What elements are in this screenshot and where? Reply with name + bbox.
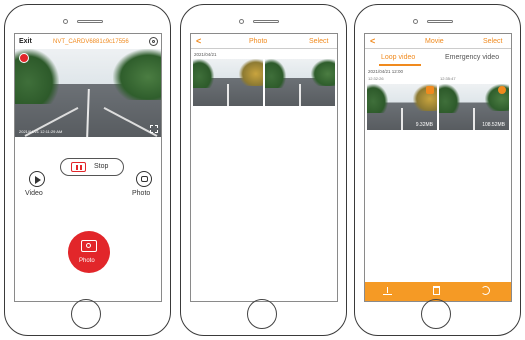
photo-thumbnail[interactable] (193, 59, 263, 106)
live-video-feed: 2021/04/21 12:11:29 AM (15, 49, 161, 137)
video-mode-button[interactable] (29, 171, 45, 187)
trash-icon[interactable] (433, 286, 440, 295)
video-timestamp: 2021/04/21 12:11:29 AM (19, 129, 63, 134)
home-button[interactable] (71, 299, 101, 329)
photo-gallery-screen: < Photo Select 2021/04/21 (190, 33, 338, 302)
clip-size: 9.32MB (415, 122, 433, 128)
movie-date: 2021/04/21 12:00 (368, 69, 404, 74)
movie-title: Movie (425, 38, 444, 45)
camera-icon (81, 240, 97, 252)
home-button[interactable] (247, 299, 277, 329)
back-button[interactable]: < (196, 36, 201, 46)
photo-thumbnail[interactable] (265, 59, 335, 106)
selected-check-icon[interactable] (426, 86, 434, 94)
download-icon[interactable] (383, 287, 392, 295)
gallery-title: Photo (249, 38, 268, 45)
clip-time: 12:32:26 (368, 76, 384, 81)
phone-live-view: Exit NVT_CARDV6881c9c17556 2021/04/21 12… (4, 4, 171, 336)
gallery-header: < Photo Select (191, 34, 337, 49)
fullscreen-icon[interactable] (150, 125, 158, 133)
video-thumbnail[interactable]: 9.32MB (367, 84, 437, 130)
play-icon (35, 176, 41, 184)
tab-loop-video[interactable]: Loop video (381, 54, 415, 61)
camera-dot (63, 19, 68, 24)
camera-dot (239, 19, 244, 24)
back-button[interactable]: < (370, 36, 375, 46)
speaker-grille (77, 20, 103, 23)
photo-mode-button[interactable] (136, 171, 152, 187)
video-label: Video (25, 190, 43, 197)
shutter-button[interactable]: Photo (68, 231, 110, 273)
camera-dot (413, 19, 418, 24)
movie-header: < Movie Select (365, 34, 511, 49)
home-button[interactable] (421, 299, 451, 329)
phone-photo-gallery: < Photo Select 2021/04/21 (180, 4, 347, 336)
phone-movie-gallery: < Movie Select Loop video Emergency vide… (354, 4, 521, 336)
stop-button[interactable]: Stop (60, 158, 124, 176)
tab-loop-underline (379, 64, 421, 66)
record-indicator-icon (19, 53, 29, 63)
photo-label: Photo (132, 190, 151, 197)
settings-icon[interactable] (149, 37, 158, 46)
select-button[interactable]: Select (309, 38, 328, 45)
exit-button[interactable]: Exit (19, 38, 32, 45)
undo-icon[interactable] (481, 286, 490, 295)
photo-date: 2021/04/21 (194, 52, 217, 57)
clip-size: 108.52MB (482, 122, 505, 128)
selected-check-icon[interactable] (498, 86, 506, 94)
speaker-grille (253, 20, 279, 23)
select-button[interactable]: Select (483, 38, 502, 45)
tab-emergency-video[interactable]: Emergency video (445, 54, 499, 61)
record-stop-icon (71, 162, 86, 172)
live-view-screen: Exit NVT_CARDV6881c9c17556 2021/04/21 12… (14, 33, 162, 302)
photo-small-icon (141, 176, 148, 182)
clip-time: 12:35:47 (440, 76, 456, 81)
video-thumbnail[interactable]: 108.52MB (439, 84, 509, 130)
wifi-ssid: NVT_CARDV6881c9c17556 (53, 39, 129, 45)
stop-label: Stop (94, 163, 109, 170)
speaker-grille (427, 20, 453, 23)
movie-gallery-screen: < Movie Select Loop video Emergency vide… (364, 33, 512, 302)
shutter-label: Photo (79, 258, 95, 264)
